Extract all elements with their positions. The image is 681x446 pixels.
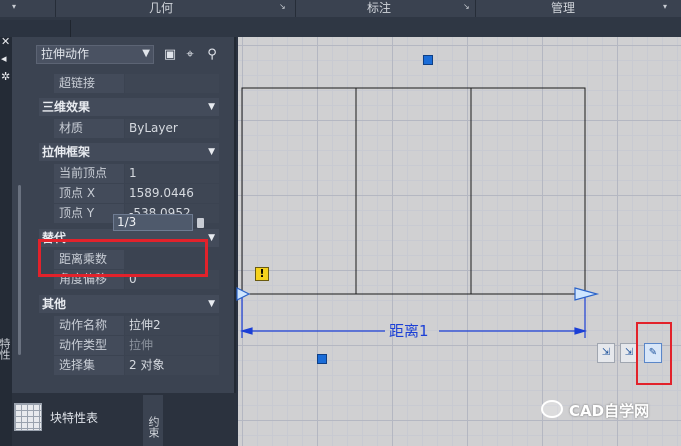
ribbon-panel-manage[interactable]: 管理 ▾ <box>475 0 681 17</box>
calculator-icon[interactable] <box>197 218 204 228</box>
property-value[interactable]: 1589.0446 <box>125 184 219 203</box>
tool-arrow-icon: ⇲ <box>624 347 634 358</box>
palette-side-label: 特性 <box>0 338 11 360</box>
select-objects-icon[interactable]: ⌖ <box>182 47 198 63</box>
highlight-box-tool <box>636 322 672 385</box>
property-row-action-name[interactable]: 动作名称 拉伸2 <box>54 316 219 336</box>
settings-icon[interactable]: ✲ <box>1 70 10 83</box>
grip-bottom[interactable] <box>317 354 327 364</box>
section-title: 其他 <box>42 297 67 311</box>
property-key: 动作名称 <box>54 316 124 335</box>
property-row-vertex-x[interactable]: 顶点 X 1589.0446 <box>54 184 219 204</box>
toggle-pickadd-icon[interactable]: ▣ <box>162 47 178 63</box>
property-key: 材质 <box>54 119 124 138</box>
ribbon-panel-dimension-label: 标注 <box>367 1 392 15</box>
watermark-text: CAD自学网 <box>569 402 650 420</box>
property-value[interactable]: 1 <box>125 164 219 183</box>
ribbon-panel-0[interactable]: ▾ <box>0 0 56 17</box>
property-row-hyperlink[interactable]: 超链接 <box>54 74 219 94</box>
ribbon-panel-dimension-launcher[interactable]: ↘ <box>463 2 470 11</box>
ribbon-panel-geometry-label: 几何 <box>149 1 174 15</box>
wechat-logo-icon <box>541 400 563 418</box>
block-table-button[interactable]: 块特性表 <box>14 403 139 437</box>
property-key: 超链接 <box>54 74 124 93</box>
close-icon[interactable]: ✕ <box>1 35 10 48</box>
property-value: 拉伸 <box>125 336 219 355</box>
chevron-down-icon: ▼ <box>208 233 215 243</box>
highlight-box-property <box>38 239 208 277</box>
property-row-action-type[interactable]: 动作类型 拉伸 <box>54 336 219 356</box>
section-3d-effects[interactable]: 三维效果 ▼ <box>39 98 219 116</box>
palette-scrollbar[interactable] <box>18 185 21 355</box>
property-row-material[interactable]: 材质 ByLayer <box>54 119 219 139</box>
property-key: 当前顶点 <box>54 164 124 183</box>
ribbon-panel-geometry[interactable]: 几何 ↘ <box>55 0 296 17</box>
property-key: 选择集 <box>54 356 124 375</box>
drawing-canvas[interactable] <box>238 37 681 446</box>
section-misc[interactable]: 其他 ▼ <box>39 295 219 313</box>
property-key: 顶点 X <box>54 184 124 203</box>
ribbon-panel-bar: ▾ 几何 ↘ 标注 ↘ 管理 ▾ <box>0 0 681 18</box>
section-title: 拉伸框架 <box>42 145 91 159</box>
constraint-tab[interactable]: 约束 <box>143 395 163 446</box>
watermark: CAD自学网 <box>541 398 676 426</box>
object-type-dropdown[interactable]: 拉伸动作 ▼ <box>36 45 154 64</box>
ribbon-panel-geometry-launcher[interactable]: ↘ <box>279 2 286 11</box>
distance-multiplier-input[interactable]: 1/3 <box>113 214 193 231</box>
ribbon-gap <box>0 17 681 37</box>
property-value[interactable] <box>125 74 219 93</box>
grip-top[interactable] <box>423 55 433 65</box>
file-tab[interactable] <box>0 20 71 37</box>
tool-arrow-icon: ⇲ <box>601 347 611 358</box>
autohide-icon[interactable]: ◂ <box>1 52 7 65</box>
section-title: 三维效果 <box>42 100 91 114</box>
warning-glyph: ! <box>259 267 265 280</box>
block-table-label: 块特性表 <box>50 411 99 425</box>
block-tool-button-1[interactable]: ⇲ <box>597 343 615 363</box>
chevron-down-icon: ▼ <box>208 299 215 309</box>
quick-select-icon[interactable]: ⚲ <box>204 47 220 63</box>
ribbon-panel-manage-arrow[interactable]: ▾ <box>663 2 667 11</box>
chevron-down-icon: ▼ <box>142 48 150 59</box>
property-value[interactable]: ByLayer <box>125 119 219 138</box>
ribbon-panel-0-arrow[interactable]: ▾ <box>12 2 16 11</box>
ribbon-panel-dimension[interactable]: 标注 ↘ <box>295 0 476 17</box>
warning-icon[interactable]: ! <box>255 267 269 281</box>
section-stretch-frame[interactable]: 拉伸框架 ▼ <box>39 143 219 161</box>
ribbon-panel-manage-label: 管理 <box>551 1 576 15</box>
object-type-value: 拉伸动作 <box>41 47 90 61</box>
property-value[interactable]: 2 对象 <box>125 356 219 375</box>
property-key: 动作类型 <box>54 336 124 355</box>
chevron-down-icon: ▼ <box>208 147 215 157</box>
property-row-current-vertex[interactable]: 当前顶点 1 <box>54 164 219 184</box>
property-value[interactable]: 拉伸2 <box>125 316 219 335</box>
property-row-selection-set[interactable]: 选择集 2 对象 <box>54 356 219 376</box>
dimension-label: 距离1 <box>389 322 429 340</box>
chevron-down-icon: ▼ <box>208 102 215 112</box>
table-icon <box>14 403 42 431</box>
